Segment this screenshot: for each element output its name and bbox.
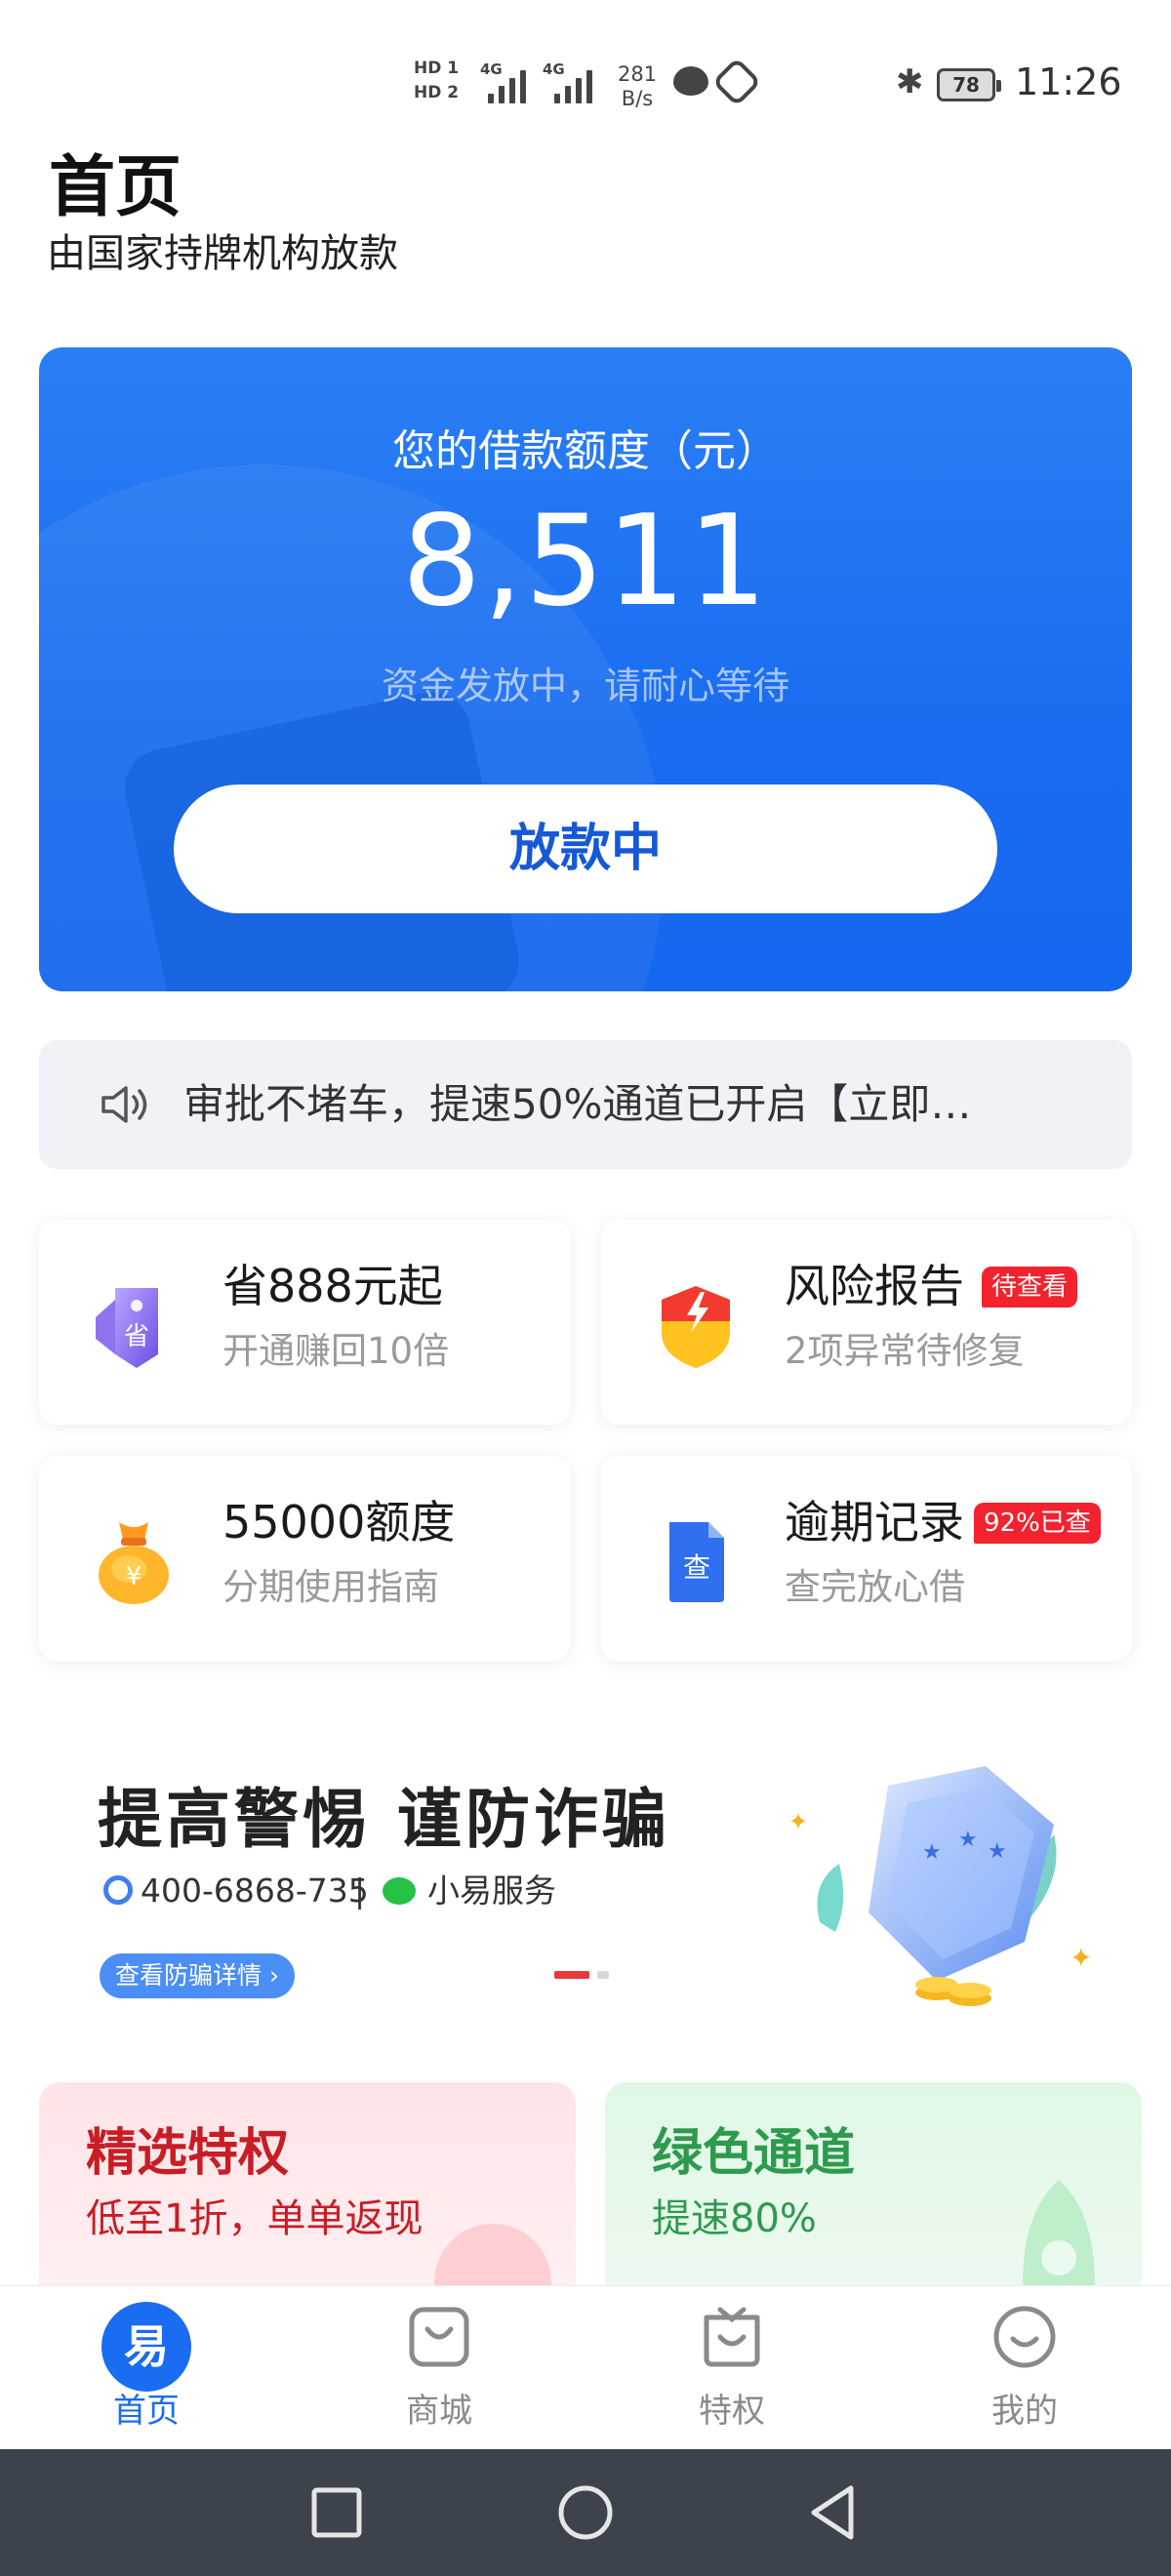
notice-text: 审批不堵车，提速50%通道已开启【立即…	[183, 1080, 972, 1128]
speed-unit: B/s	[621, 87, 654, 110]
fraud-details-link[interactable]: 查看防骗详情 ›	[100, 1953, 295, 1998]
tile-subtitle: 查完放心借	[785, 1566, 965, 1608]
save-tag-icon: 省	[96, 1288, 158, 1368]
anti-fraud-banner[interactable]: 提高警惕 谨防诈骗 400-6868-735 | 小易服务 查看防骗详情 › ★…	[39, 1737, 1132, 2030]
carousel-dot-active	[554, 1971, 589, 1979]
tab-label: 商城	[406, 2392, 472, 2431]
battery-icon: 78	[937, 68, 1001, 101]
tile-overdue-record[interactable]: 查 逾期记录 92%已查 查完放心借	[601, 1456, 1132, 1661]
back-button-icon[interactable]	[800, 2478, 868, 2547]
home-button-icon[interactable]	[551, 2478, 620, 2547]
separator: |	[354, 1872, 366, 1910]
home-logo-icon: 易	[101, 2302, 191, 2392]
signal-icon	[488, 64, 526, 103]
status-badge: 92%已查	[974, 1503, 1101, 1544]
shopping-bag-icon	[409, 2307, 469, 2367]
svg-text:易: 易	[124, 2320, 169, 2373]
speaker-icon	[101, 1086, 147, 1123]
credit-limit-label: 您的借款额度（元）	[392, 426, 779, 476]
credit-limit-amount: 8,511	[401, 489, 770, 634]
tile-subtitle: 分期使用指南	[222, 1566, 439, 1608]
tab-home[interactable]: 易 首页	[0, 2286, 293, 2450]
tile-risk-report[interactable]: 风险报告 待查看 2项异常待修复	[601, 1220, 1132, 1425]
promo-subtitle: 低至1折，单单返现	[86, 2196, 424, 2241]
tab-mine[interactable]: 我的	[878, 2286, 1171, 2450]
page-subtitle: 由国家持牌机构放款	[47, 231, 398, 276]
svg-text:省: 省	[124, 1322, 149, 1351]
promo-subtitle: 提速80%	[652, 2196, 817, 2241]
status-bar: HD 1 HD 2 4G 4G 281 B/s ✱ 78 11:26	[0, 0, 1171, 146]
shield-illustration: ★ ★ ★ ✦ ✦	[788, 1766, 1092, 2006]
bluetooth-icon: ✱	[896, 62, 924, 101]
tile-title: 省888元起	[222, 1260, 443, 1312]
tile-credit-limit[interactable]: ¥ 55000额度 分期使用指南	[39, 1456, 570, 1661]
tab-privilege[interactable]: 特权	[586, 2286, 878, 2450]
carousel-dot	[597, 1971, 609, 1979]
svg-text:查: 查	[683, 1551, 710, 1584]
hd1-label: HD 1	[414, 59, 460, 78]
phone-icon	[103, 1875, 133, 1905]
tab-label: 我的	[991, 2392, 1058, 2431]
tile-title: 55000额度	[222, 1496, 456, 1549]
svg-text:✦: ✦	[788, 1808, 808, 1835]
hand-icon	[711, 57, 762, 107]
svg-text:★: ★	[922, 1840, 942, 1865]
service-account-name: 小易服务	[427, 1872, 556, 1910]
status-badge: 待查看	[982, 1267, 1078, 1308]
tile-title: 逾期记录	[785, 1496, 964, 1549]
svg-text:★: ★	[958, 1828, 978, 1852]
network-speed: 281 B/s	[613, 62, 662, 111]
hotline-number: 400-6868-735	[141, 1872, 369, 1910]
recent-apps-icon[interactable]	[303, 2478, 371, 2547]
smiley-icon	[993, 2306, 1056, 2368]
tile-save-money[interactable]: 省 省888元起 开通赚回10倍	[39, 1220, 570, 1425]
promo-title: 绿色通道	[652, 2124, 856, 2183]
hd-indicator: HD 1 HD 2	[414, 57, 470, 105]
clock: 11:26	[1015, 60, 1122, 103]
document-icon: 查	[669, 1522, 724, 1602]
tab-label: 首页	[113, 2392, 180, 2431]
svg-text:✦: ✦	[1070, 1942, 1092, 1974]
credit-status-text: 资金发放中，请耐心等待	[381, 664, 789, 707]
hd2-label: HD 2	[414, 83, 460, 102]
signal-icon-2	[554, 64, 592, 103]
wechat-icon	[383, 1877, 416, 1905]
notice-bar[interactable]: 审批不堵车，提速50%通道已开启【立即…	[39, 1040, 1132, 1169]
promo-title: 精选特权	[86, 2124, 290, 2183]
system-navigation-bar	[0, 2449, 1171, 2576]
carousel-indicator	[554, 1971, 609, 1979]
loan-status-button[interactable]: 放款中	[174, 785, 997, 913]
page-title: 首页	[49, 149, 182, 226]
tile-subtitle: 2项异常待修复	[785, 1330, 1025, 1372]
risk-shield-icon	[662, 1286, 730, 1368]
svg-text:★: ★	[988, 1839, 1007, 1864]
speed-value: 281	[617, 62, 658, 86]
tile-subtitle: 开通赚回10倍	[222, 1330, 450, 1372]
bottom-tab-bar: 易 首页 商城 特权 我的	[0, 2285, 1171, 2449]
tab-label: 特权	[699, 2392, 765, 2431]
credit-limit-card: 您的借款额度（元） 8,511 资金发放中，请耐心等待 放款中	[39, 347, 1132, 991]
tile-title: 风险报告	[785, 1260, 964, 1312]
tab-mall[interactable]: 商城	[293, 2286, 586, 2450]
money-bag-icon: ¥	[99, 1522, 169, 1604]
privilege-bag-icon	[704, 2307, 760, 2367]
banner-title: 提高警惕 谨防诈骗	[98, 1782, 670, 1857]
message-icon	[673, 66, 708, 96]
svg-text:¥: ¥	[126, 1562, 142, 1591]
